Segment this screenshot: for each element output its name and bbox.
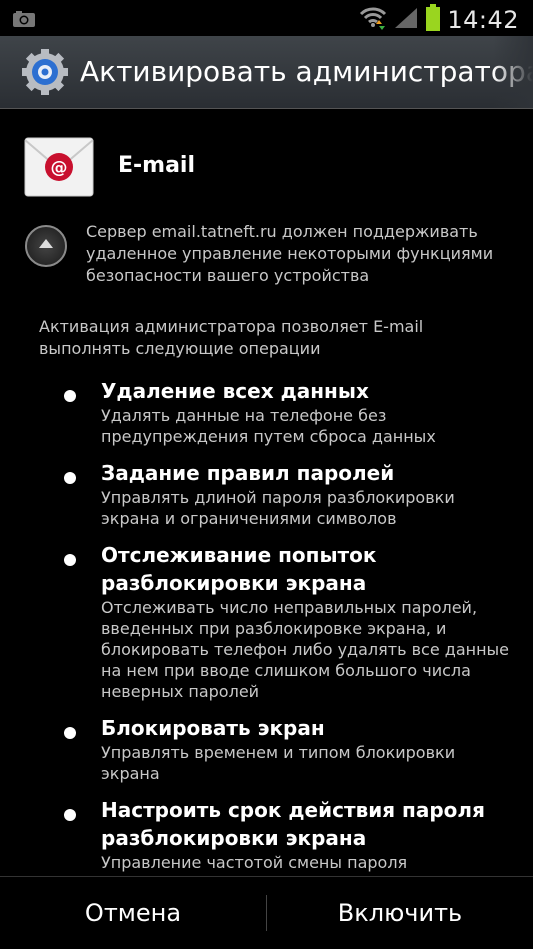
bullet-icon xyxy=(64,554,76,566)
permission-list: Удаление всех данных Удалять данные на т… xyxy=(0,377,533,885)
bullet-icon xyxy=(64,472,76,484)
email-envelope-icon: @ xyxy=(24,137,94,197)
permission-desc: Управлять длиной пароля разблокировки эк… xyxy=(101,488,455,528)
signal-icon xyxy=(393,6,419,34)
bullet-icon xyxy=(64,809,76,821)
permission-desc: Управление частотой смены пароля xyxy=(101,853,408,872)
svg-text:@: @ xyxy=(51,158,68,178)
collapse-details-button[interactable] xyxy=(25,225,67,267)
bullet-icon xyxy=(64,727,76,739)
permission-title: Настроить срок действия пароля разблокир… xyxy=(101,798,485,850)
page-title: Активировать администратора у xyxy=(80,55,533,88)
status-bar: 14:42 xyxy=(0,0,533,36)
permission-item: Отслеживание попыток разблокировки экран… xyxy=(0,541,533,702)
title-fade xyxy=(493,36,533,108)
title-bar: Активировать администратора у xyxy=(0,36,533,109)
bullet-icon xyxy=(64,390,76,402)
cancel-button[interactable]: Отмена xyxy=(0,877,266,949)
permission-title: Блокировать экран xyxy=(101,716,325,740)
action-bar: Отмена Включить xyxy=(0,876,533,949)
wifi-icon xyxy=(359,5,387,35)
permission-item: Удаление всех данных Удалять данные на т… xyxy=(0,377,533,447)
permission-title: Задание правил паролей xyxy=(101,461,395,485)
permission-desc: Управлять временем и типом блокировки эк… xyxy=(101,743,456,783)
permission-title: Отслеживание попыток разблокировки экран… xyxy=(101,543,377,595)
permission-item: Настроить срок действия пароля разблокир… xyxy=(0,796,533,873)
gear-icon xyxy=(22,49,68,99)
clock: 14:42 xyxy=(447,6,519,34)
admin-intro-text: Активация администратора позволяет E-mai… xyxy=(39,317,424,358)
permission-desc: Удалять данные на телефоне без предупреж… xyxy=(101,406,436,446)
permission-item: Блокировать экран Управлять временем и т… xyxy=(0,714,533,784)
battery-icon xyxy=(425,4,441,36)
permission-item: Задание правил паролей Управлять длиной … xyxy=(0,459,533,529)
permission-desc: Отслеживать число неправильных паролей, … xyxy=(101,598,510,701)
permission-title: Удаление всех данных xyxy=(101,379,369,403)
app-name: E-mail xyxy=(118,153,196,178)
server-note: Сервер email.tatneft.ru должен поддержив… xyxy=(86,222,494,285)
enable-button[interactable]: Включить xyxy=(267,877,533,949)
camera-icon xyxy=(12,10,36,32)
